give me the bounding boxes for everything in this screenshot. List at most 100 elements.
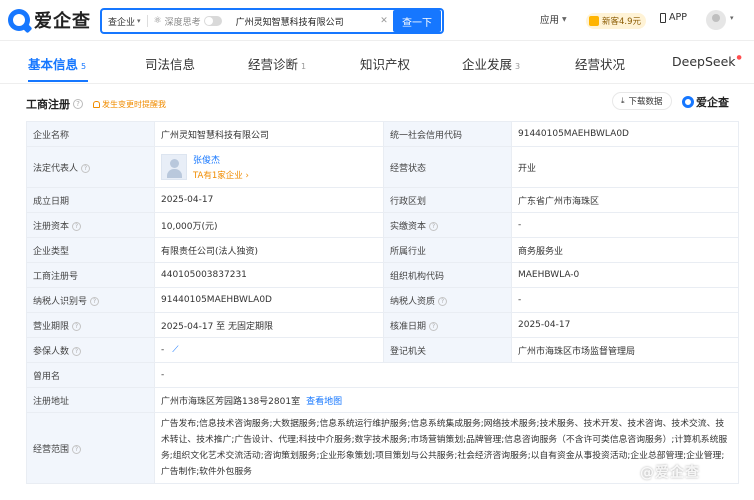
tabs-divider — [0, 83, 754, 84]
field-label-cell: 营业期限? — [26, 312, 155, 338]
chevron-right-icon: › — [245, 171, 249, 181]
field-label-cell: 实缴资本? — [383, 212, 512, 238]
status-value: 开业 — [511, 146, 739, 188]
field-label-cell: 注册资本? — [26, 212, 155, 238]
change-alert-link[interactable]: 发生变更时提醒我 — [93, 99, 166, 110]
tab-label: 企业发展 — [462, 57, 513, 72]
deep-think-toggle[interactable]: ⚛ 深度思考 — [148, 15, 228, 28]
field-label: 经营范围 — [33, 444, 70, 455]
field-label: 经营状态 — [383, 146, 512, 188]
search-button[interactable]: 查一下 — [393, 10, 441, 32]
help-icon[interactable]: ? — [429, 221, 439, 231]
tab-count: 3 — [515, 62, 521, 71]
reg-no-value: 440105003837231 — [154, 262, 384, 288]
download-label: 下载数据 — [628, 97, 663, 107]
tab-bar: 基本信息 5 司法信息 经营诊断 1 知识产权 企业发展 3 经营状况 DeepSee… — [0, 48, 754, 82]
table-row: 法定代表人? 张俊杰 TA有1家企业 › 经营状态 开业 — [26, 146, 739, 188]
tab-diagnosis[interactable]: 经营诊断 1 — [248, 54, 306, 73]
site-logo[interactable]: 爱企查 — [8, 7, 91, 33]
logo-icon — [8, 9, 30, 31]
logo-text: 爱企查 — [34, 11, 91, 32]
crown-icon — [589, 16, 599, 26]
org-code-value: MAEHBWLA-0 — [511, 262, 739, 288]
field-label: 企业类型 — [26, 237, 155, 263]
help-icon[interactable]: ? — [438, 296, 448, 306]
search-scope-label: 查企业 — [108, 17, 136, 28]
field-label-cell: 纳税人资质? — [383, 287, 512, 313]
table-row: 企业类型 有限责任公司(法人独资) 所属行业 商务服务业 — [26, 237, 739, 263]
field-label-cell: 参保人数? — [26, 337, 155, 363]
field-label-cell: 经营范围? — [26, 412, 155, 484]
table-row: 注册资本? 10,000万(元) 实缴资本? - — [26, 212, 739, 238]
apply-menu[interactable]: 应用 ▼ — [540, 12, 567, 26]
tab-basic-info[interactable]: 基本信息 5 — [28, 54, 86, 73]
table-row: 经营范围? 广告发布;信息技术咨询服务;大数据服务;信息系统运行维护服务;信息系… — [26, 412, 739, 484]
field-label: 曾用名 — [26, 362, 155, 388]
help-icon[interactable]: ? — [429, 321, 439, 331]
tab-label: 基本信息 — [28, 57, 79, 72]
term-value: 2025-04-17 至 无固定期限 — [154, 312, 384, 338]
field-label: 法定代表人 — [33, 163, 79, 174]
search-scope-select[interactable]: 查企业 ▾ — [102, 15, 147, 28]
taxpayer-id-value: 91440105MAEHBWLA0D — [154, 287, 384, 313]
legal-rep-companies-label: TA有1家企业 — [193, 171, 243, 181]
table-row: 注册地址 广州市海珠区芳园路138号2801室 查看地图 — [26, 387, 739, 413]
region-value: 广东省广州市海珠区 — [511, 187, 739, 213]
hot-dot-icon: ● — [736, 54, 742, 61]
help-icon[interactable]: ? — [72, 346, 82, 356]
tab-label: DeepSeek — [672, 54, 736, 69]
clear-icon[interactable]: ✕ — [377, 16, 391, 26]
deep-think-icon: ⚛ — [153, 16, 162, 26]
table-row: 参保人数? - ⟋ 登记机关 广州市海珠区市场监督管理局 — [26, 337, 739, 363]
search-input[interactable]: 广州灵知智慧科技有限公司 — [228, 15, 377, 28]
tab-count: 5 — [81, 62, 87, 71]
table-row: 企业名称 广州灵知智慧科技有限公司 统一社会信用代码 91440105MAEHB… — [26, 121, 739, 147]
view-map-link[interactable]: 查看地图 — [306, 397, 342, 407]
help-icon[interactable]: ? — [90, 296, 100, 306]
help-icon[interactable]: ? — [72, 444, 82, 454]
field-label: 纳税人识别号 — [33, 296, 88, 307]
tab-deepseek[interactable]: DeepSeek● — [672, 54, 742, 69]
field-label: 工商注册号 — [26, 262, 155, 288]
tab-judicial[interactable]: 司法信息 — [145, 54, 195, 73]
field-label: 参保人数 — [33, 346, 70, 357]
field-label: 营业期限 — [33, 321, 70, 332]
paid-capital-value: - — [511, 212, 739, 238]
authority-value: 广州市海珠区市场监督管理局 — [511, 337, 739, 363]
legal-rep-link[interactable]: 张俊杰 — [193, 153, 249, 166]
help-icon[interactable]: ? — [81, 163, 91, 173]
user-avatar[interactable] — [706, 10, 726, 30]
bell-icon — [93, 101, 100, 108]
field-label-cell: 纳税人识别号? — [26, 287, 155, 313]
table-row: 工商注册号 440105003837231 组织机构代码 MAEHBWLA-0 — [26, 262, 739, 288]
legal-rep-cell: 张俊杰 TA有1家企业 › — [154, 146, 384, 188]
chevron-down-icon[interactable]: ▾ — [730, 14, 734, 22]
top-header: 爱企查 查企业 ▾ ⚛ 深度思考 广州灵知智慧科技有限公司 ✕ 查一下 应用 ▼… — [0, 0, 754, 40]
field-label: 注册资本 — [33, 221, 70, 232]
trend-chart-icon[interactable]: ⟋ — [172, 345, 178, 355]
table-row: 曾用名 - — [26, 362, 739, 388]
download-data-button[interactable]: ⤓ 下载数据 — [612, 92, 672, 110]
help-icon[interactable]: ? — [72, 221, 82, 231]
toggle-switch[interactable] — [203, 16, 222, 26]
app-label: APP — [669, 12, 687, 23]
registration-table: 企业名称 广州灵知智慧科技有限公司 统一社会信用代码 91440105MAEHB… — [26, 121, 739, 484]
tab-development[interactable]: 企业发展 3 — [462, 54, 520, 73]
download-icon: ⤓ — [621, 96, 625, 105]
promo-badge[interactable]: 新客4.9元 — [586, 13, 647, 29]
person-avatar-icon — [161, 154, 187, 180]
field-label: 核准日期 — [390, 321, 427, 332]
tab-operations[interactable]: 经营状况 — [575, 54, 625, 73]
table-row: 纳税人识别号? 91440105MAEHBWLA0D 纳税人资质? - — [26, 287, 739, 313]
tab-label: 经营状况 — [575, 57, 626, 72]
field-label: 纳税人资质 — [390, 296, 436, 307]
address-cell: 广州市海珠区芳园路138号2801室 查看地图 — [154, 387, 739, 413]
founded-value: 2025-04-17 — [154, 187, 384, 213]
app-link[interactable]: APP — [660, 12, 687, 23]
help-icon[interactable]: ? — [72, 321, 82, 331]
tab-ip[interactable]: 知识产权 — [360, 54, 410, 73]
help-icon[interactable]: ? — [73, 99, 83, 109]
logo-icon — [682, 96, 694, 108]
legal-rep-companies-link[interactable]: TA有1家企业 › — [193, 169, 249, 181]
tab-count: 1 — [301, 62, 307, 71]
